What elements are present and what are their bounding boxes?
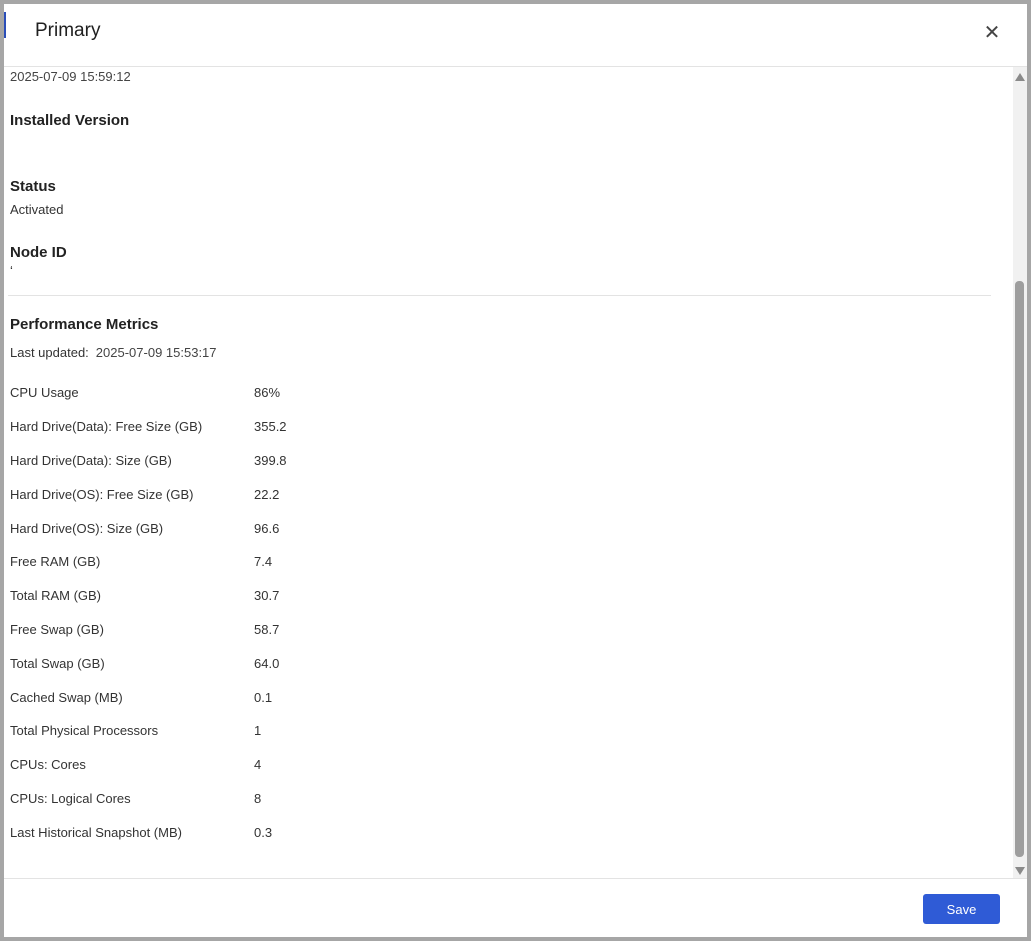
metric-label: Free Swap (GB)	[10, 621, 104, 637]
metrics-table: CPU Usage 86% Hard Drive(Data): Free Size…	[10, 376, 410, 849]
metric-value: 58.7	[254, 621, 280, 637]
status-value: Activated	[10, 202, 64, 217]
section-divider	[8, 295, 991, 296]
metric-label: Total RAM (GB)	[10, 588, 102, 604]
metric-row: CPU Usage 86%	[10, 376, 410, 410]
metric-value: 0.1	[254, 689, 273, 705]
metric-row: Total Physical Processors 1	[10, 714, 410, 748]
dialog-header: Primary ✕	[4, 4, 1027, 67]
metric-value: 22.2	[254, 486, 280, 502]
metric-row: CPUs: Cores 4	[10, 748, 410, 782]
metric-label: Total Physical Processors	[10, 723, 159, 739]
last-updated-value: 2025-07-09 15:53:17	[95, 345, 217, 360]
metric-label: Cached Swap (MB)	[10, 689, 123, 705]
metric-value: 355.2	[254, 419, 287, 435]
metric-label: CPUs: Cores	[10, 757, 86, 773]
metric-label: Total Swap (GB)	[10, 655, 105, 671]
save-button[interactable]: Save	[923, 894, 1000, 924]
metric-row: Total RAM (GB) 30.7	[10, 579, 410, 613]
metric-row: Free Swap (GB) 58.7	[10, 613, 410, 647]
node-id-label: Node ID	[10, 244, 67, 261]
metric-label: Hard Drive(Data): Free Size (GB)	[10, 419, 203, 435]
metric-value: 7.4	[254, 554, 273, 570]
dialog-footer: Save	[4, 878, 1027, 937]
metric-value: 96.6	[254, 520, 280, 536]
metric-value: 64.0	[254, 655, 280, 671]
metric-value: 0.3	[254, 824, 273, 840]
dialog-content[interactable]: 2025-07-09 15:59:12 Installed Version St…	[4, 67, 1013, 879]
scrollbar-thumb[interactable]	[1015, 281, 1024, 857]
metric-row: Free RAM (GB) 7.4	[10, 545, 410, 579]
vertical-scrollbar[interactable]	[1013, 67, 1027, 879]
metric-label: Last Historical Snapshot (MB)	[10, 824, 182, 840]
metric-label: Free RAM (GB)	[10, 554, 101, 570]
metric-label: CPUs: Logical Cores	[10, 790, 131, 806]
metric-value: 30.7	[254, 588, 280, 604]
metric-label: Hard Drive(Data): Size (GB)	[10, 452, 172, 468]
metric-row: Hard Drive(OS): Size (GB) 96.6	[10, 511, 410, 545]
metric-row: Hard Drive(OS): Free Size (GB) 22.2	[10, 477, 410, 511]
metric-row: Total Swap (GB) 64.0	[10, 646, 410, 680]
close-icon[interactable]: ✕	[981, 22, 1003, 44]
installed-version-label: Installed Version	[10, 112, 130, 129]
metric-label: Hard Drive(OS): Size (GB)	[10, 520, 164, 536]
last-updated-label: Last updated:	[10, 345, 89, 360]
metric-value: 4	[254, 757, 262, 773]
details-timestamp: 2025-07-09 15:59:12	[10, 69, 131, 84]
performance-metrics-title: Performance Metrics	[10, 316, 159, 333]
metric-label: CPU Usage	[10, 385, 79, 401]
metric-label: Hard Drive(OS): Free Size (GB)	[10, 486, 194, 502]
metric-value: 8	[254, 790, 262, 806]
node-details-dialog: Primary ✕ 2025-07-09 15:59:12 Installed …	[4, 4, 1027, 937]
metric-row: Cached Swap (MB) 0.1	[10, 680, 410, 714]
scroll-down-arrow-icon[interactable]	[1015, 867, 1025, 875]
metric-row: Hard Drive(Data): Free Size (GB) 355.2	[10, 410, 410, 444]
dialog-title: Primary	[35, 20, 101, 41]
node-id-value: ‘	[10, 263, 13, 278]
metric-row: CPUs: Logical Cores 8	[10, 782, 410, 816]
metric-value: 1	[254, 723, 262, 739]
status-label: Status	[10, 178, 56, 195]
scroll-up-arrow-icon[interactable]	[1015, 73, 1025, 81]
last-updated: Last updated: 2025-07-09 15:53:17	[10, 345, 217, 360]
metric-value: 86%	[254, 385, 281, 401]
metric-value: 399.8	[254, 452, 287, 468]
metric-row: Hard Drive(Data): Size (GB) 399.8	[10, 444, 410, 478]
metric-row: Last Historical Snapshot (MB) 0.3	[10, 815, 410, 849]
